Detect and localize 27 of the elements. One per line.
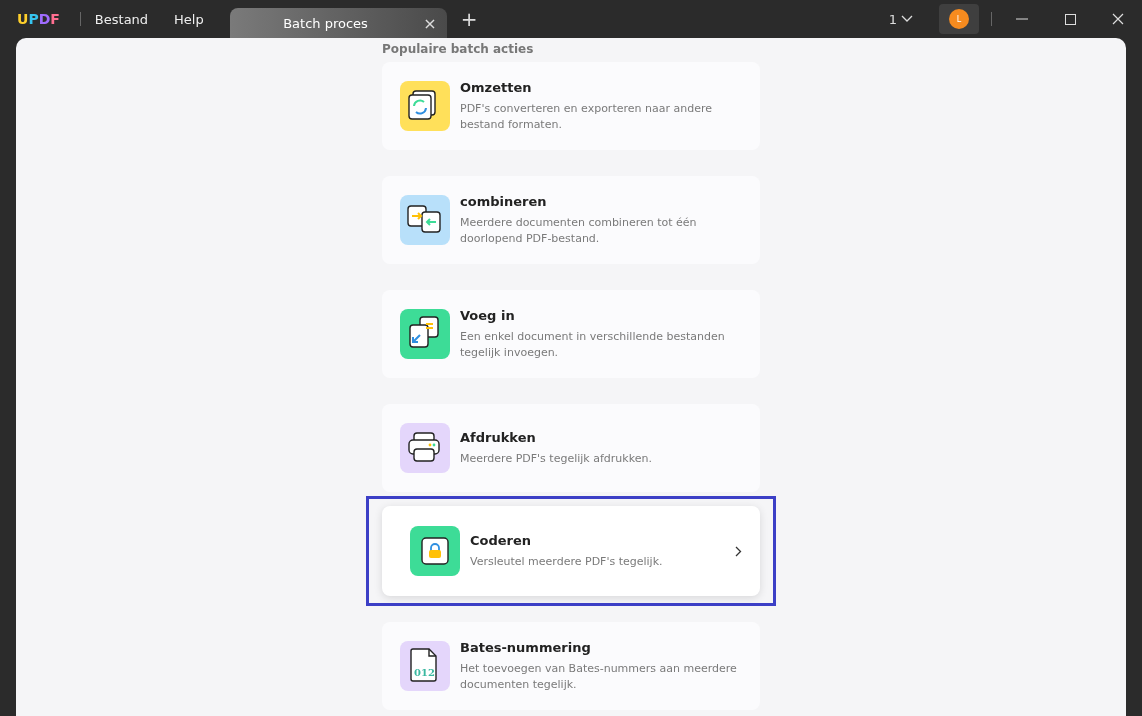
new-tab-button[interactable]: + <box>460 7 478 31</box>
action-card[interactable]: combineren Meerdere documenten combineren tot één doorlopend PDF-bestand. <box>382 176 760 264</box>
action-title: Bates-nummering <box>460 639 592 655</box>
action-title: Coderen <box>470 532 533 548</box>
action-description: Meerdere PDF's tegelijk afdrukken. <box>460 450 653 467</box>
action-title: Voeg in <box>460 307 516 323</box>
tab[interactable]: Batch proces × <box>229 8 447 38</box>
action-card[interactable]: Coderen Versleutel meerdere PDF's tegelijk. <box>382 506 760 596</box>
action-title: Afdrukken <box>460 429 537 445</box>
app-logo: UPDF <box>17 11 60 27</box>
menu-item[interactable]: Bestand <box>94 11 149 27</box>
action-title: Omzetten <box>460 79 533 95</box>
action-card[interactable]: Voeg in Een enkel document in verschillende bestanden tegelijk invoegen. <box>382 290 760 378</box>
action-description: PDF's converteren en exporteren naar andere bestand formaten. <box>460 100 713 133</box>
menu-item[interactable]: Help <box>174 11 204 27</box>
action-description: Het toevoegen van Bates-nummers aan meerdere documenten tegelijk. <box>460 660 738 693</box>
action-description: Een enkel document in verschillende bestanden tegelijk invoegen. <box>460 328 726 361</box>
tab-close-button[interactable]: × <box>421 13 439 33</box>
action-title: combineren <box>460 193 548 209</box>
bates-icon: 012 <box>400 641 450 691</box>
page-count[interactable]: 1 <box>888 11 897 27</box>
action-card[interactable]: Omzetten PDF's converteren en exporteren naar andere bestand formaten. <box>382 62 760 150</box>
action-card[interactable]: Afdrukken Meerdere PDF's tegelijk afdrukken. <box>382 404 760 492</box>
section-heading: Populaire batch acties <box>382 42 535 56</box>
action-card[interactable]: 012 Bates-nummering Het toevoegen van Bates-nummers aan meerdere documenten tegelijk. <box>382 622 760 710</box>
action-description: Meerdere documenten combineren tot één doorlopend PDF-bestand. <box>460 214 698 247</box>
action-description: Versleutel meerdere PDF's tegelijk. <box>470 553 664 570</box>
